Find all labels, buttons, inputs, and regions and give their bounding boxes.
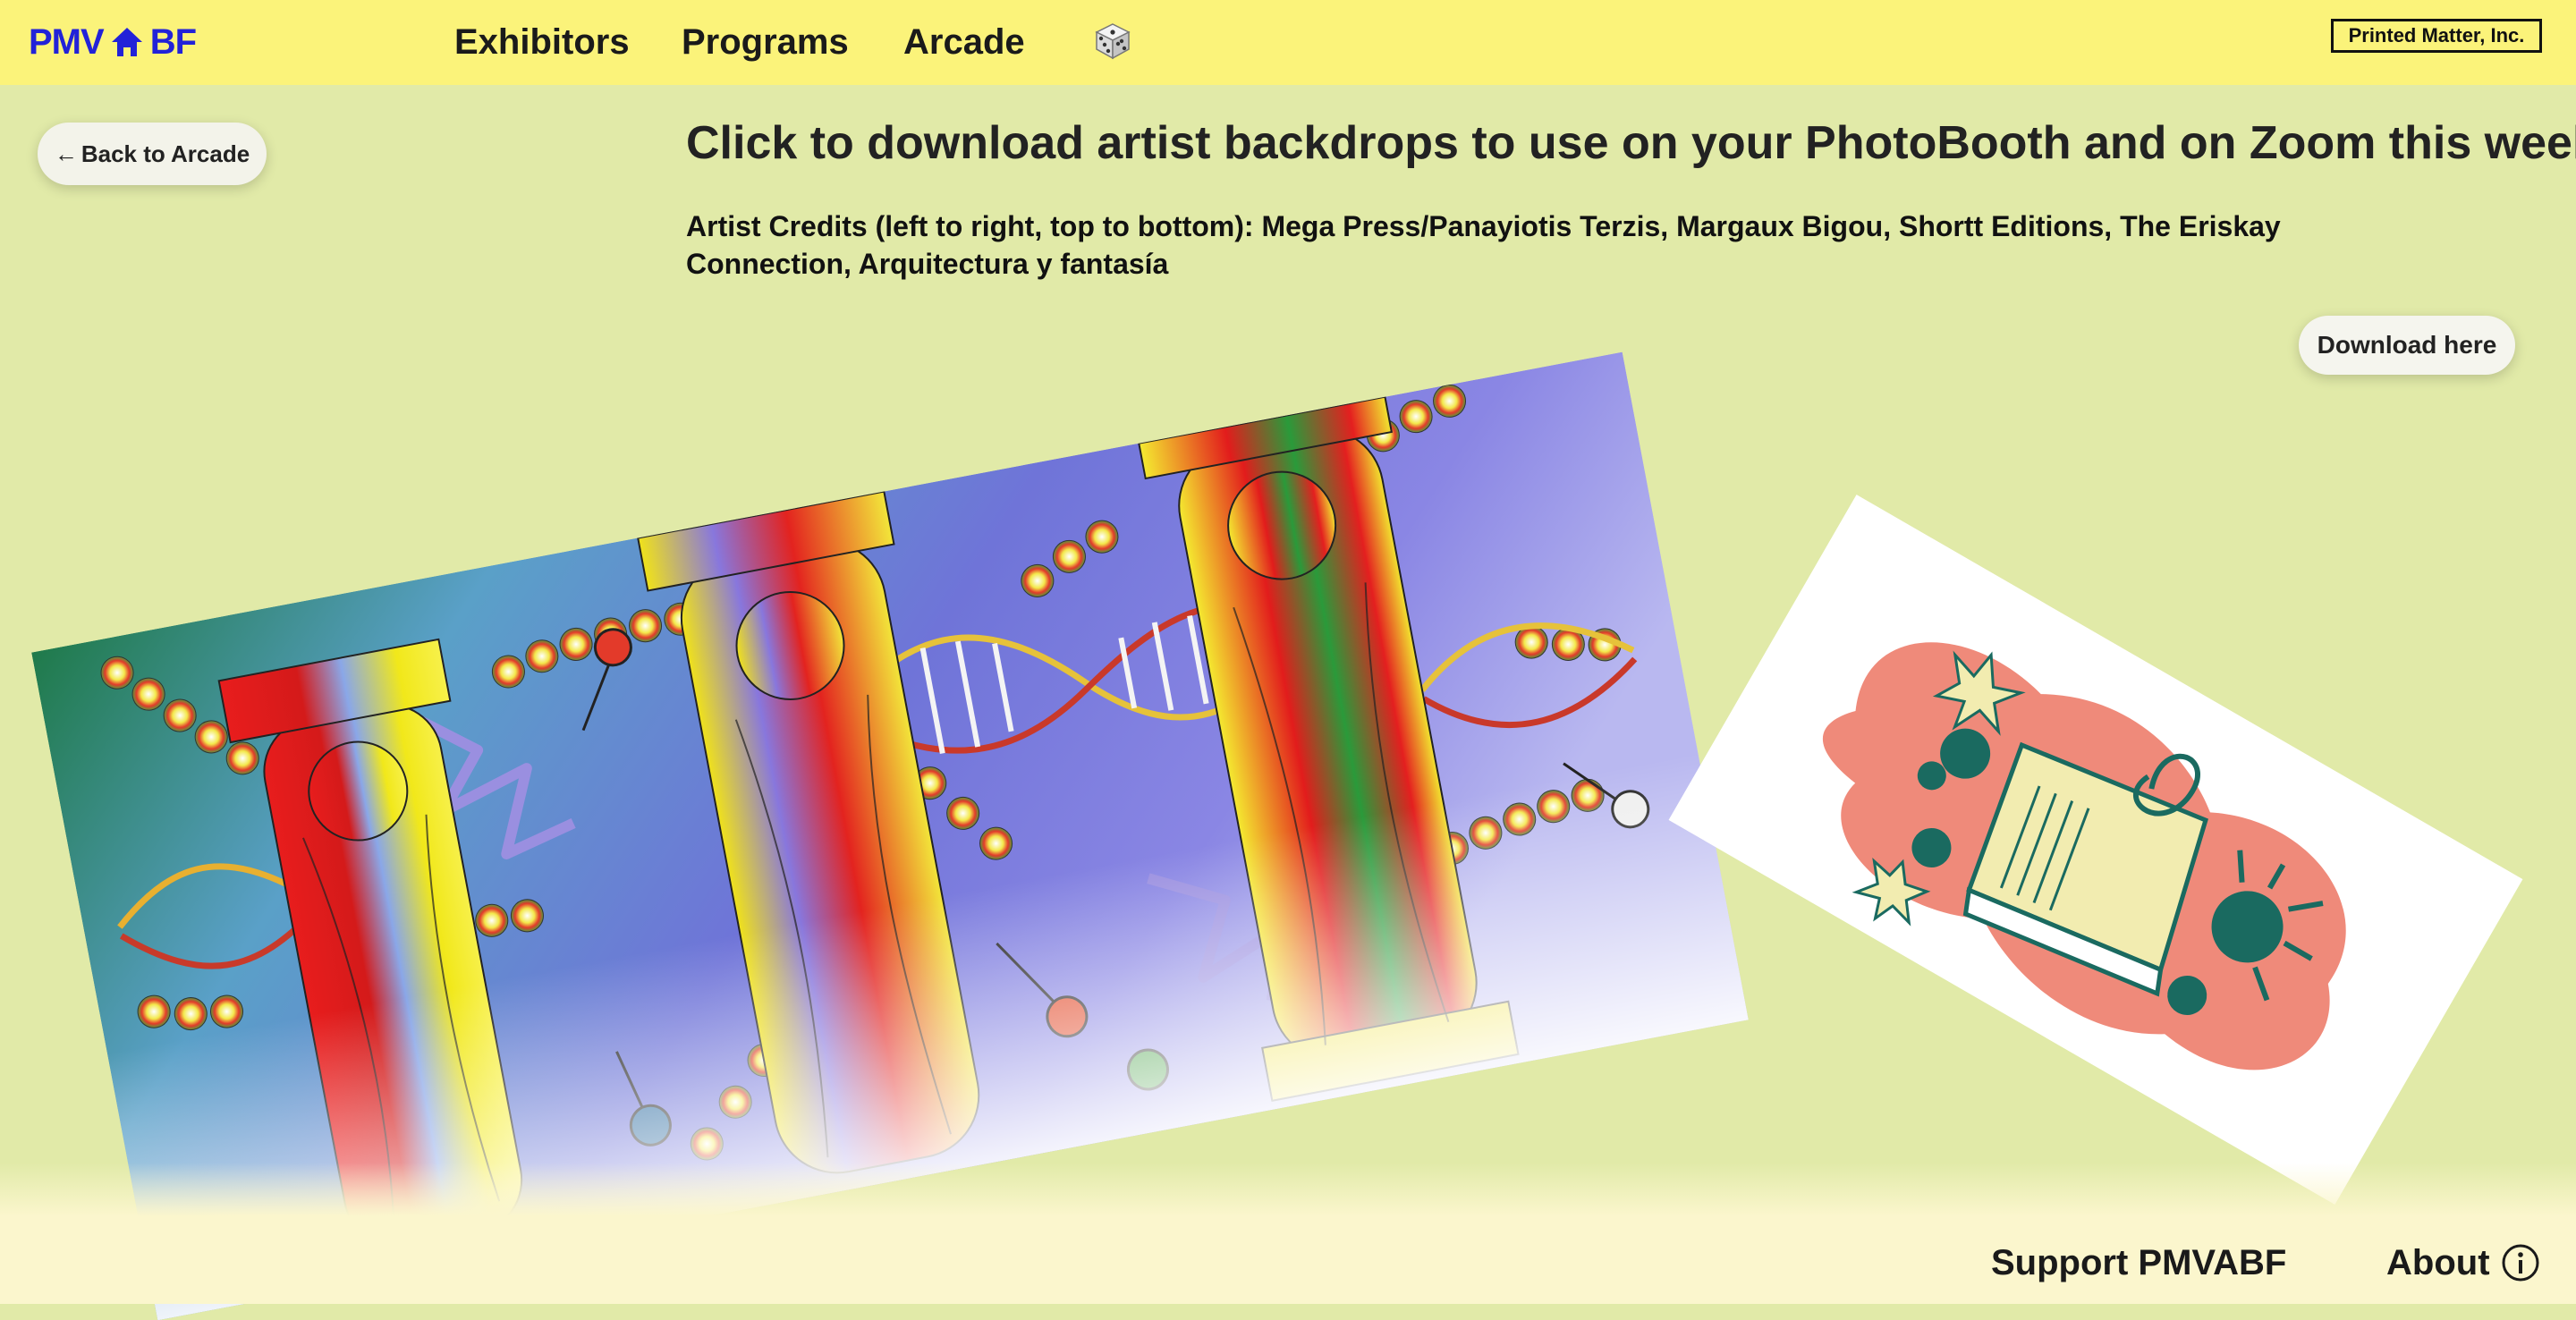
info-icon[interactable]: [2501, 1243, 2540, 1282]
dice-icon[interactable]: [1093, 21, 1132, 61]
page-headline: Click to download artist backdrops to us…: [686, 117, 2576, 169]
download-button[interactable]: Download here: [2299, 316, 2515, 375]
backdrop-artwork-book[interactable]: [1668, 495, 2523, 1205]
nav-programs[interactable]: Programs: [682, 0, 849, 85]
back-to-arcade-button[interactable]: ← Back to Arcade: [38, 123, 267, 185]
nav-exhibitors[interactable]: Exhibitors: [454, 0, 630, 85]
house-icon: [111, 28, 142, 56]
logo-text-right: BF: [149, 21, 197, 62]
logo-text-left: PMV: [29, 21, 105, 62]
top-bar: PMV BF Exhibitors Programs Arcade Printe…: [0, 0, 2576, 85]
nav-arcade[interactable]: Arcade: [903, 0, 1025, 85]
printed-matter-badge[interactable]: Printed Matter, Inc.: [2331, 19, 2542, 53]
back-arrow-icon: ←: [54, 140, 78, 167]
book-artwork-image: [1668, 495, 2523, 1205]
site-logo[interactable]: PMV BF: [29, 20, 197, 64]
about-link[interactable]: About: [2386, 1243, 2490, 1283]
back-button-label: Back to Arcade: [80, 140, 250, 167]
support-link[interactable]: Support PMVABF: [1991, 1243, 2286, 1283]
artist-credits: Artist Credits (left to right, top to bo…: [686, 210, 2281, 280]
